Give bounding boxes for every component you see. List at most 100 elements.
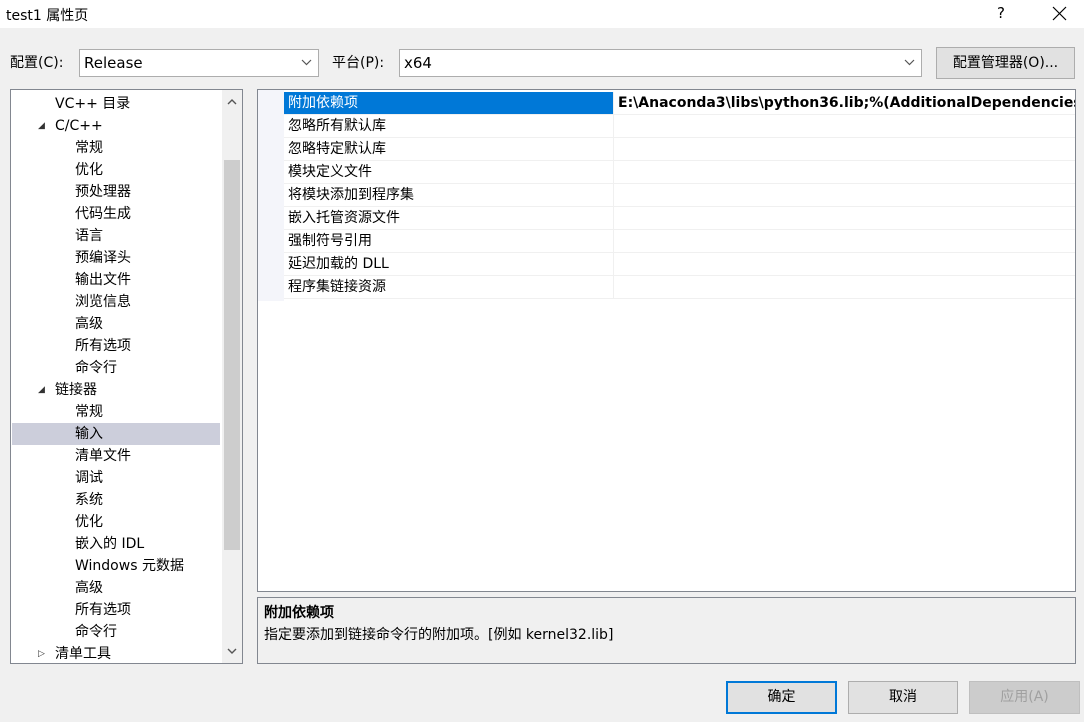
tree-item-label: 命令行	[75, 624, 117, 640]
description-pane: 附加依赖项 指定要添加到链接命令行的附加项。[例如 kernel32.lib]	[257, 597, 1076, 664]
tree-item[interactable]: 命令行	[12, 621, 220, 643]
cancel-button[interactable]: 取消	[848, 681, 958, 714]
property-grid[interactable]: 附加依赖项 E:\Anaconda3\libs\python36.lib;%(Ad…	[257, 89, 1076, 592]
description-text: 指定要添加到链接命令行的附加项。[例如 kernel32.lib]	[264, 627, 614, 643]
tree-item-label: 常规	[75, 404, 103, 420]
column-divider	[613, 161, 614, 184]
chevron-down-icon	[904, 59, 915, 66]
collapse-arrow-icon[interactable]: ◢	[38, 379, 45, 401]
tree-item[interactable]: 预编译头	[12, 247, 220, 269]
tree-item[interactable]: 浏览信息	[12, 291, 220, 313]
property-name: 强制符号引用	[288, 233, 372, 249]
title-bar	[0, 0, 1084, 28]
scroll-down-icon[interactable]	[226, 645, 238, 657]
ok-button[interactable]: 确定	[726, 681, 837, 714]
tree-item[interactable]: 优化	[12, 511, 220, 533]
tree-item-label: 调试	[75, 470, 103, 486]
tree-item-label: 所有选项	[75, 602, 131, 618]
tree-item[interactable]: 高级	[12, 577, 220, 599]
property-row[interactable]: 强制符号引用	[284, 230, 1075, 253]
tree-item[interactable]: Windows 元数据	[12, 555, 220, 577]
tree-item[interactable]: 清单文件	[12, 445, 220, 467]
tree-item[interactable]: 优化	[12, 159, 220, 181]
tree-item[interactable]: 输入	[12, 423, 220, 445]
close-icon	[1052, 6, 1067, 21]
column-divider	[613, 184, 614, 207]
property-name: 忽略所有默认库	[288, 118, 386, 134]
property-name: 嵌入托管资源文件	[288, 210, 400, 226]
tree-item[interactable]: 所有选项	[12, 599, 220, 621]
property-row[interactable]: 将模块添加到程序集	[284, 184, 1075, 207]
close-button[interactable]	[1040, 0, 1080, 28]
tree-item-label: 代码生成	[75, 206, 131, 222]
tree-item-label: 优化	[75, 514, 103, 530]
property-name: 附加依赖项	[288, 95, 358, 111]
tree-item[interactable]: 常规	[12, 401, 220, 423]
tree-item[interactable]: 调试	[12, 467, 220, 489]
tree-item[interactable]: 嵌入的 IDL	[12, 533, 220, 555]
column-divider	[613, 207, 614, 230]
tree-item-label: 链接器	[55, 382, 97, 398]
tree-item-label: C/C++	[55, 118, 103, 134]
tree-item[interactable]: 高级	[12, 313, 220, 335]
column-divider	[613, 138, 614, 161]
tree-item[interactable]: 系统	[12, 489, 220, 511]
tree-item-label: 预处理器	[75, 184, 131, 200]
tree-item-label: 浏览信息	[75, 294, 131, 310]
property-row[interactable]: 模块定义文件	[284, 161, 1075, 184]
tree-item[interactable]: 常规	[12, 137, 220, 159]
tree-item-label: 清单工具	[55, 646, 111, 662]
tree-item[interactable]: ◢ C/C++	[12, 115, 220, 137]
property-value[interactable]: E:\Anaconda3\libs\python36.lib;%(Additio…	[618, 92, 1075, 114]
tree-scrollbar[interactable]	[222, 90, 242, 663]
tree-item-label: 命令行	[75, 360, 117, 376]
tree-item[interactable]: 语言	[12, 225, 220, 247]
apply-button[interactable]: 应用(A)	[969, 681, 1080, 714]
property-row[interactable]: 嵌入托管资源文件	[284, 207, 1075, 230]
tree-item[interactable]: 所有选项	[12, 335, 220, 357]
tree-item-label: 预编译头	[75, 250, 131, 266]
tree-item-label: 高级	[75, 580, 103, 596]
config-label: 配置(C):	[10, 55, 64, 71]
tree-item-label: 常规	[75, 140, 103, 156]
platform-value: x64	[404, 54, 432, 72]
tree-item[interactable]: 命令行	[12, 357, 220, 379]
property-name: 将模块添加到程序集	[288, 187, 414, 203]
tree-item[interactable]: ◢ 链接器	[12, 379, 220, 401]
config-combo[interactable]: Release	[79, 49, 319, 77]
column-divider	[613, 230, 614, 253]
tree-item-label: 语言	[75, 228, 103, 244]
tree-item[interactable]: 代码生成	[12, 203, 220, 225]
column-divider	[613, 92, 614, 115]
platform-label: 平台(P):	[332, 55, 385, 71]
window-title: test1 属性页	[6, 8, 89, 24]
tree-item-label: VC++ 目录	[55, 96, 131, 112]
tree-item-label: 输出文件	[75, 272, 131, 288]
category-tree[interactable]: VC++ 目录 ◢ C/C++ 常规 优化 预处理器 代码生成 语言 预编译头 输出文件 浏览信息高…	[10, 89, 243, 664]
tree-item[interactable]: 预处理器	[12, 181, 220, 203]
property-row[interactable]: 延迟加载的 DLL	[284, 253, 1075, 276]
scroll-thumb[interactable]	[224, 160, 240, 550]
property-row[interactable]: 附加依赖项 E:\Anaconda3\libs\python36.lib;%(Ad…	[284, 92, 1075, 115]
column-divider	[613, 253, 614, 276]
tree-item-label: 所有选项	[75, 338, 131, 354]
tree-item[interactable]: 输出文件	[12, 269, 220, 291]
collapse-arrow-icon[interactable]: ◢	[38, 115, 45, 137]
tree-item[interactable]: VC++ 目录	[12, 93, 220, 115]
property-name: 忽略特定默认库	[288, 141, 386, 157]
tree-item-label: 优化	[75, 162, 103, 178]
scroll-up-icon[interactable]	[226, 96, 238, 108]
property-name: 程序集链接资源	[288, 279, 386, 295]
property-row[interactable]: 程序集链接资源	[284, 276, 1075, 299]
help-button[interactable]: ?	[984, 0, 1018, 28]
property-row[interactable]: 忽略特定默认库	[284, 138, 1075, 161]
property-name: 模块定义文件	[288, 164, 372, 180]
expand-arrow-icon[interactable]: ▷	[38, 643, 45, 663]
tree-item-label: 系统	[75, 492, 103, 508]
config-manager-button[interactable]: 配置管理器(O)...	[936, 47, 1075, 79]
property-row[interactable]: 忽略所有默认库	[284, 115, 1075, 138]
platform-combo[interactable]: x64	[399, 49, 922, 77]
tree-item-label: 输入	[75, 426, 103, 442]
tree-item[interactable]: ▷ 清单工具	[12, 643, 220, 663]
tree-item-label: 高级	[75, 316, 103, 332]
